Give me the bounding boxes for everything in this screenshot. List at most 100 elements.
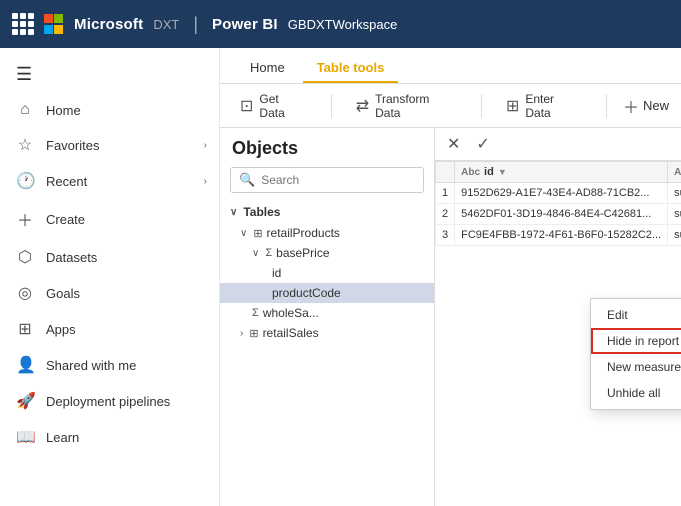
top-bar: Microsoft DXT | Power BI GBDXTWorkspace xyxy=(0,0,681,48)
tree-retail-sales[interactable]: › ⊞ retailSales xyxy=(220,323,434,343)
retail-sales-label: retailSales xyxy=(263,326,319,340)
col-id-label: id xyxy=(484,166,494,178)
cell-pr-3: surfac xyxy=(668,225,681,246)
pipeline-icon: 🚀 xyxy=(16,391,34,411)
sidebar-label-learn: Learn xyxy=(46,430,79,445)
base-price-label: basePrice xyxy=(276,246,329,260)
tree-product-code[interactable]: productCode xyxy=(220,283,434,303)
sidebar-label-apps: Apps xyxy=(46,322,76,337)
cell-pr-2: surfac xyxy=(668,204,681,225)
transform-icon: ⇄ xyxy=(356,96,369,116)
tables-section: ∨ Tables ∨ ⊞ retailProducts ∨ Σ basePric… xyxy=(220,201,434,343)
ctx-new-measure[interactable]: New measure xyxy=(591,354,681,380)
plus-icon: ＋ xyxy=(16,207,34,231)
get-data-label: Get Data xyxy=(259,92,306,120)
tab-home[interactable]: Home xyxy=(236,54,299,83)
row-num: 1 xyxy=(436,183,455,204)
tree-whole-sale[interactable]: Σ wholeSa... xyxy=(220,303,434,323)
waffle-menu[interactable] xyxy=(12,13,34,35)
tree-id[interactable]: id xyxy=(220,263,434,283)
brand-divider: | xyxy=(193,14,198,35)
tables-expand-icon: ∨ xyxy=(230,207,237,218)
new-icon: ＋ xyxy=(623,94,639,118)
objects-search-box[interactable]: 🔍 xyxy=(230,167,424,193)
expand-icon-2: › xyxy=(240,328,243,339)
transform-label: Transform Data xyxy=(375,92,457,120)
abc-icon-id: Abc xyxy=(461,167,480,178)
sidebar-item-home[interactable]: ⌂ Home xyxy=(0,93,219,127)
objects-title: Objects xyxy=(220,138,434,167)
enter-data-button[interactable]: ⊞ Enter Data xyxy=(498,88,590,124)
tab-table-tools[interactable]: Table tools xyxy=(303,54,399,83)
confirm-button[interactable]: ✓ xyxy=(472,132,493,156)
row-num: 3 xyxy=(436,225,455,246)
tree-retail-products[interactable]: ∨ ⊞ retailProducts xyxy=(220,223,434,243)
sidebar-item-favorites[interactable]: ☆ Favorites › xyxy=(0,127,219,163)
sidebar: ☰ ⌂ Home ☆ Favorites › 🕐 Recent › ＋ Crea… xyxy=(0,48,220,506)
ribbon-divider xyxy=(331,94,332,118)
sidebar-item-create[interactable]: ＋ Create xyxy=(0,199,219,239)
sidebar-item-apps[interactable]: ⊞ Apps xyxy=(0,311,219,347)
table-row: 2 5462DF01-3D19-4846-84E4-C42681... surf… xyxy=(436,204,681,225)
sidebar-item-recent[interactable]: 🕐 Recent › xyxy=(0,163,219,199)
sidebar-item-goals[interactable]: ◎ Goals xyxy=(0,275,219,311)
apps-icon: ⊞ xyxy=(16,319,34,339)
data-area: ✕ ✓ Abc id ▼ xyxy=(435,128,681,506)
data-table: Abc id ▼ Abc pr... xyxy=(435,161,681,246)
sidebar-item-learn[interactable]: 📖 Learn xyxy=(0,419,219,455)
new-label: New xyxy=(643,98,669,113)
col-header-id[interactable]: Abc id ▼ xyxy=(455,162,668,183)
sidebar-item-datasets[interactable]: ⬡ Datasets xyxy=(0,239,219,275)
context-menu: Edit Hide in report view New measure Unh… xyxy=(590,298,681,410)
get-data-button[interactable]: ⊡ Get Data xyxy=(232,88,315,124)
app-name: Power BI xyxy=(212,16,278,33)
table-row: 3 FC9E4FBB-1972-4F61-B6F0-15282C2... sur… xyxy=(436,225,681,246)
tables-label: Tables xyxy=(243,205,280,219)
brand-name: Microsoft xyxy=(74,16,143,33)
sidebar-label-create: Create xyxy=(46,212,85,227)
microsoft-logo xyxy=(44,14,64,34)
sidebar-item-pipelines[interactable]: 🚀 Deployment pipelines xyxy=(0,383,219,419)
goals-icon: ◎ xyxy=(16,283,34,303)
cancel-button[interactable]: ✕ xyxy=(443,132,464,156)
sidebar-label-goals: Goals xyxy=(46,286,80,301)
workspace-name: GBDXTWorkspace xyxy=(288,17,398,32)
product-code-label: productCode xyxy=(272,286,341,300)
expand-icon: ∨ xyxy=(252,248,259,259)
transform-data-button[interactable]: ⇄ Transform Data xyxy=(348,88,465,124)
sidebar-item-shared[interactable]: 👤 Shared with me xyxy=(0,347,219,383)
objects-panel: Objects 🔍 ∨ Tables ∨ ⊞ retailProduct xyxy=(220,128,435,506)
sigma-icon: Σ xyxy=(265,247,272,259)
table-icon: ⊞ xyxy=(253,227,262,240)
get-data-icon: ⊡ xyxy=(240,96,253,116)
ctx-unhide-all[interactable]: Unhide all xyxy=(591,380,681,406)
search-input[interactable] xyxy=(261,173,415,187)
body-area: Objects 🔍 ∨ Tables ∨ ⊞ retailProduct xyxy=(220,128,681,506)
clock-icon: 🕐 xyxy=(16,171,34,191)
table-row: 1 9152D629-A1E7-43E4-AD88-71CB2... surfa… xyxy=(436,183,681,204)
sidebar-toggle[interactable]: ☰ xyxy=(0,56,219,93)
ctx-edit[interactable]: Edit xyxy=(591,302,681,328)
tables-header[interactable]: ∨ Tables xyxy=(220,201,434,223)
cell-id-3: FC9E4FBB-1972-4F61-B6F0-15282C2... xyxy=(455,225,668,246)
learn-icon: 📖 xyxy=(16,427,34,447)
ctx-hide-report-view[interactable]: Hide in report view xyxy=(591,328,681,354)
enter-data-icon: ⊞ xyxy=(506,96,519,116)
sidebar-label-pipelines: Deployment pipelines xyxy=(46,394,170,409)
sigma-icon-2: Σ xyxy=(252,307,259,319)
whole-sale-label: wholeSa... xyxy=(263,306,319,320)
shared-icon: 👤 xyxy=(16,355,34,375)
enter-data-label: Enter Data xyxy=(525,92,582,120)
new-button[interactable]: ＋ New xyxy=(623,94,669,118)
tree-base-price[interactable]: ∨ Σ basePrice xyxy=(220,243,434,263)
content-area: Home Table tools ⊡ Get Data ⇄ Transform … xyxy=(220,48,681,506)
expand-icon: ∨ xyxy=(240,228,247,239)
cell-id-1: 9152D629-A1E7-43E4-AD88-71CB2... xyxy=(455,183,668,204)
table-icon-2: ⊞ xyxy=(249,327,258,340)
cell-pr-1: surfac xyxy=(668,183,681,204)
dxt-label: DXT xyxy=(153,17,179,32)
col-header-pr[interactable]: Abc pr... xyxy=(668,162,681,183)
ribbon-bar: ⊡ Get Data ⇄ Transform Data ⊞ Enter Data… xyxy=(220,84,681,128)
cell-id-2: 5462DF01-3D19-4846-84E4-C42681... xyxy=(455,204,668,225)
sidebar-label-recent: Recent xyxy=(46,174,87,189)
